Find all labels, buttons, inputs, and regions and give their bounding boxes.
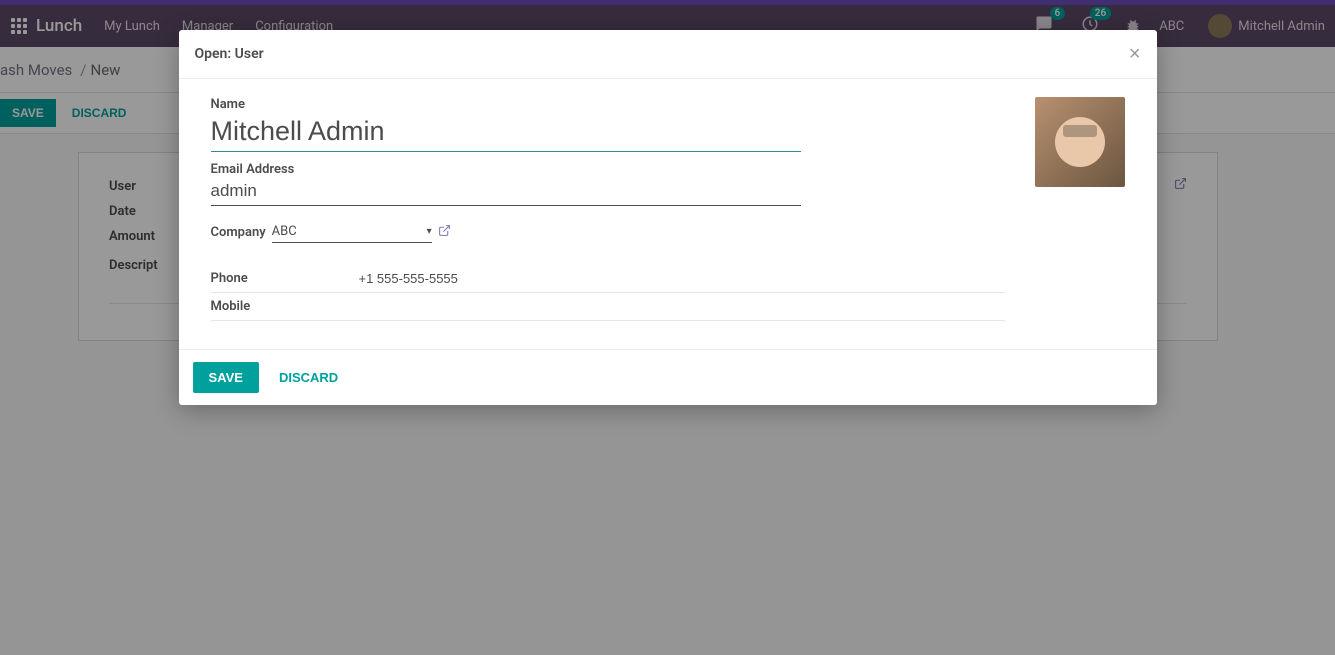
close-icon[interactable]: × — [1129, 44, 1141, 64]
user-photo[interactable] — [1035, 97, 1125, 187]
user-modal: Open: User × Name Email Address Company … — [179, 30, 1157, 405]
discard-button[interactable]: DISCARD — [267, 362, 350, 393]
mobile-label: Mobile — [211, 293, 359, 320]
modal-footer: SAVE DISCARD — [179, 349, 1157, 405]
company-external-link-icon[interactable] — [438, 224, 451, 241]
modal-title: Open: User — [195, 46, 264, 62]
chevron-down-icon: ▾ — [427, 226, 432, 237]
modal-header: Open: User × — [179, 30, 1157, 79]
email-label: Email Address — [211, 162, 801, 177]
mobile-input[interactable] — [359, 293, 1005, 320]
company-value: ABC — [272, 224, 297, 239]
phone-label: Phone — [211, 265, 359, 292]
company-select[interactable]: ABC ▾ — [272, 222, 432, 243]
company-label: Company — [211, 225, 266, 240]
name-input[interactable] — [211, 114, 801, 152]
email-input[interactable] — [211, 179, 801, 206]
name-label: Name — [211, 97, 801, 112]
phone-input[interactable] — [359, 265, 1005, 292]
save-button[interactable]: SAVE — [193, 362, 259, 393]
